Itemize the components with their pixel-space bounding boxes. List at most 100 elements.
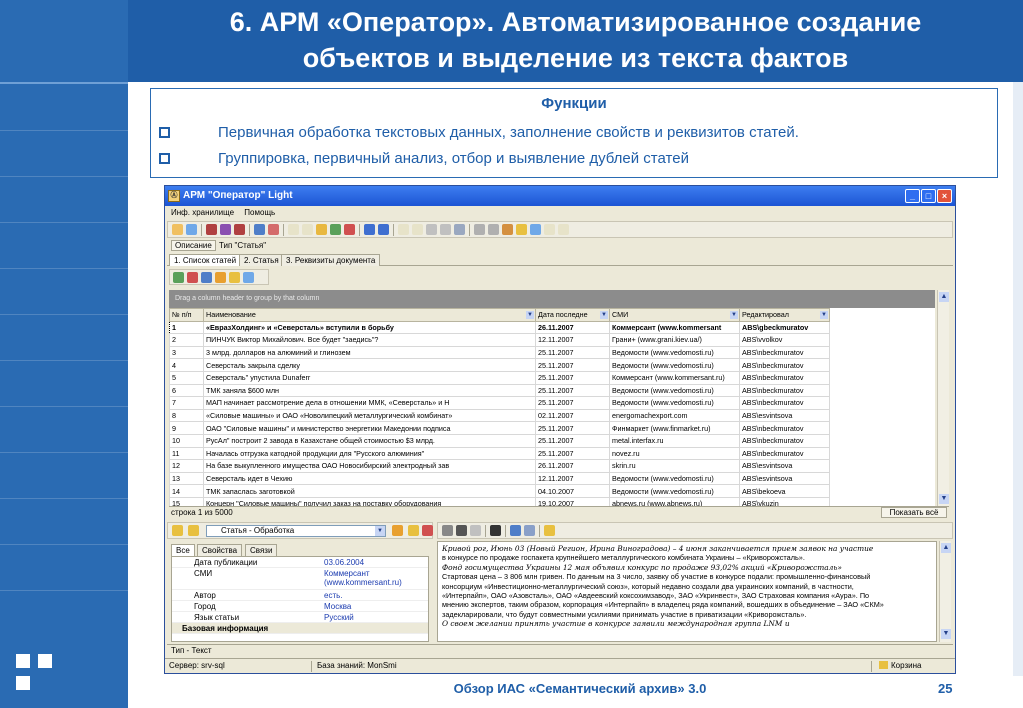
close-doc-icon[interactable] xyxy=(442,525,453,536)
tab-properties[interactable]: Свойства xyxy=(197,544,243,556)
lock-icon[interactable] xyxy=(229,272,240,283)
table-row[interactable]: 12 На базе выкупленного имущества ОАО Нов… xyxy=(169,459,830,473)
next-icon[interactable] xyxy=(488,224,499,235)
chevron-down-icon[interactable]: ▼ xyxy=(526,311,534,319)
maximize-button[interactable]: □ xyxy=(921,189,936,203)
tab-article[interactable]: 2. Статья xyxy=(239,254,284,266)
prev-icon[interactable] xyxy=(474,224,485,235)
export-icon[interactable] xyxy=(530,224,541,235)
print-icon[interactable] xyxy=(558,224,569,235)
window-icon[interactable] xyxy=(510,525,521,536)
refresh-icon[interactable] xyxy=(186,224,197,235)
chevron-down-icon[interactable]: ▼ xyxy=(600,311,608,319)
star-icon[interactable] xyxy=(408,525,419,536)
table-row[interactable]: 11 Началась отгрузка катодной продукции д… xyxy=(169,446,830,461)
arrow-right-icon[interactable] xyxy=(378,224,389,235)
col-header-title[interactable]: Наименование ▼ xyxy=(203,308,536,322)
page-icon[interactable] xyxy=(470,525,481,536)
chevron-down-icon[interactable]: ▼ xyxy=(375,526,385,536)
menu-help[interactable]: Помощь xyxy=(244,208,275,217)
cut-icon[interactable] xyxy=(426,224,437,235)
pen-icon[interactable] xyxy=(456,525,467,536)
table-row[interactable]: 7 МАП начинает рассмотрение дела в отноше… xyxy=(169,396,830,410)
property-value[interactable]: 03.06.2004 xyxy=(324,558,364,567)
delete-icon[interactable] xyxy=(187,272,198,283)
table-row[interactable]: 33 млрд. долларов на алюминий и глинозем… xyxy=(169,345,830,360)
basket-button[interactable]: Корзина xyxy=(879,659,921,673)
table-row[interactable]: 15 Концерн "Силовые машины" получил заказ… xyxy=(169,496,830,506)
close-button[interactable]: × xyxy=(937,189,952,203)
arrow-left-icon[interactable] xyxy=(364,224,375,235)
open-icon[interactable] xyxy=(302,224,313,235)
text-scrollbar[interactable]: ▲ ▼ xyxy=(939,541,951,642)
document-icon[interactable] xyxy=(254,224,265,235)
save-icon[interactable] xyxy=(316,224,327,235)
tools-icon[interactable] xyxy=(502,224,513,235)
tab-article-list[interactable]: 1. Список статей xyxy=(169,254,242,266)
tag-icon[interactable] xyxy=(268,224,279,235)
grid-icon[interactable] xyxy=(243,272,254,283)
sync-icon[interactable] xyxy=(215,272,226,283)
table-row[interactable]: 8 «Силовые машины» и ОАО «Новолипецкий ме… xyxy=(169,408,830,423)
col-header-number[interactable]: № п/п xyxy=(169,308,204,322)
table-cell: «Силовые машины» и ОАО «Новолипецкий мет… xyxy=(203,408,536,423)
search-list-icon[interactable] xyxy=(220,224,231,235)
edit-icon[interactable] xyxy=(330,224,341,235)
col-header-date[interactable]: Дата последне ▼ xyxy=(535,308,610,322)
table-row[interactable]: 13 Северсталь идет в Чехию 12.11.2007 Ведом… xyxy=(169,471,830,486)
list-icon[interactable] xyxy=(524,525,535,536)
paste-icon[interactable] xyxy=(412,224,423,235)
home-icon[interactable] xyxy=(172,224,183,235)
table-row[interactable]: 5 Северсталь" упустила Dunaferr 25.11.2007… xyxy=(169,370,830,385)
table-row[interactable]: 14 ТМК запаслась заготовкой 04.10.2007 Ведо… xyxy=(169,484,830,498)
minimize-button[interactable]: _ xyxy=(905,189,920,203)
tab-all[interactable]: Все xyxy=(171,544,195,556)
new-icon[interactable] xyxy=(288,224,299,235)
scroll-down-icon[interactable]: ▼ xyxy=(939,494,949,504)
property-value[interactable]: Коммерсант (www.kommersant.ru) xyxy=(324,569,424,587)
chevron-down-icon[interactable]: ▼ xyxy=(730,311,738,319)
col-header-editor[interactable]: Редактировал ▼ xyxy=(739,308,830,322)
grid-scrollbar[interactable]: ▲ ▼ xyxy=(937,290,949,506)
show-all-button[interactable]: Показать всё xyxy=(881,507,947,518)
group-panel[interactable]: Drag a column header to group by that co… xyxy=(169,290,935,308)
table-row[interactable]: 6 ТМК заняла $600 млн 25.11.2007 Ведомости … xyxy=(169,383,830,398)
settings-icon[interactable] xyxy=(454,224,465,235)
binoculars-icon[interactable] xyxy=(206,224,217,235)
link-icon[interactable] xyxy=(440,224,451,235)
highlight-icon[interactable] xyxy=(516,224,527,235)
add-icon[interactable] xyxy=(173,272,184,283)
table-cell: ABS\nbeckmuratov xyxy=(739,358,830,372)
article-text[interactable]: Кривой рог, Июнь 03 (Новый Регион, Ирина… xyxy=(437,541,937,642)
tab-doc-props[interactable]: 3. Реквизиты документа xyxy=(281,254,381,266)
star-add-icon[interactable] xyxy=(392,525,403,536)
binoculars-icon[interactable] xyxy=(490,525,501,536)
table-row[interactable]: 10 РусАл" построит 2 завода в Казахстане … xyxy=(169,433,830,448)
lock-icon[interactable] xyxy=(172,525,183,536)
search-all-icon[interactable] xyxy=(234,224,245,235)
col-header-media[interactable]: СМИ ▼ xyxy=(609,308,740,322)
wrench-icon[interactable] xyxy=(201,272,212,283)
star-remove-icon[interactable] xyxy=(422,525,433,536)
table-row[interactable]: 4 Северсталь закрыла сделку 25.11.2007 Ведо… xyxy=(169,358,830,372)
menu-storage[interactable]: Инф. хранилище xyxy=(171,208,234,217)
scroll-down-icon[interactable]: ▼ xyxy=(941,629,951,639)
unlock-icon[interactable] xyxy=(188,525,199,536)
property-group-row[interactable]: Базовая информация xyxy=(172,623,428,634)
table-row[interactable]: 2 ПИНЧУК Виктор Михайлович. Все будет "за… xyxy=(169,333,830,347)
object-type-select[interactable]: Статья - Обработка ▼ xyxy=(206,525,386,537)
property-value[interactable]: есть. xyxy=(324,591,343,600)
window-titlebar[interactable]: Ⓐ АРМ "Оператор" Light _ □ × xyxy=(165,186,955,206)
highlight-icon[interactable] xyxy=(544,525,555,536)
property-value[interactable]: Москва xyxy=(324,602,351,611)
table-row[interactable]: 9 ОАО "Силовые машины" и министерство эне… xyxy=(169,421,830,435)
chevron-down-icon[interactable]: ▼ xyxy=(820,311,828,319)
tab-links[interactable]: Связи xyxy=(245,544,278,556)
copy-icon[interactable] xyxy=(398,224,409,235)
report-icon[interactable] xyxy=(544,224,555,235)
scroll-up-icon[interactable]: ▲ xyxy=(939,292,949,302)
undo-icon[interactable] xyxy=(344,224,355,235)
scroll-up-icon[interactable]: ▲ xyxy=(941,543,951,553)
property-value[interactable]: Русский xyxy=(324,613,354,622)
table-row[interactable]: 1 «ЕвразХолдинг» и «Северсталь» вступили … xyxy=(169,320,830,335)
